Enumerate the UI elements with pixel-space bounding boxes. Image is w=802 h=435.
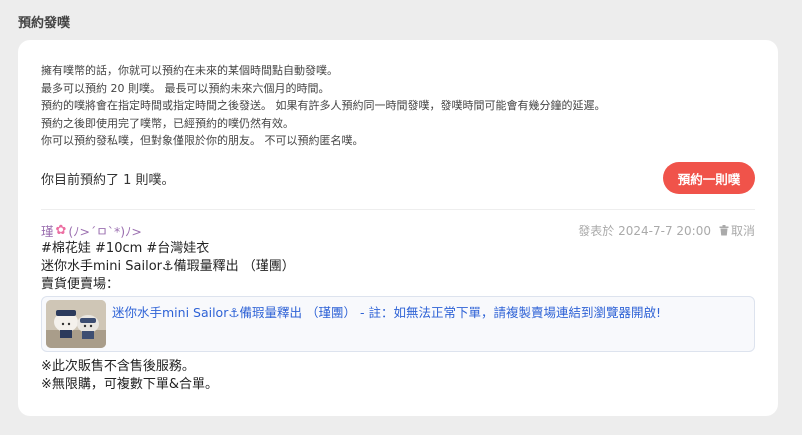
post-line: #棉花娃 #10cm #台灣娃衣 [41,241,210,256]
author-prefix: 瑾 [41,224,54,239]
note-line: 最多可以預約 20 則噗。 最長可以預約未來六個月的時間。 [41,81,330,95]
note-line: 你可以預約發私噗，但對象僅限於你的朋友。 不可以預約匿名噗。 [41,134,364,147]
trash-icon[interactable] [719,225,729,236]
scheduled-count: 你目前預約了 1 則噗。 [41,173,175,188]
divider [41,209,755,210]
author-suffix: (ﾉ>´ㅁ`*)ﾉ> [68,224,142,239]
author-name[interactable]: 瑾 ✿ (ﾉ>´ㅁ`*)ﾉ> [41,221,142,240]
post-line: ※無限購，可複數下單&合單。 [41,377,219,392]
post-line: 賣貨便賣場： [41,277,120,292]
info-notes: 擁有噗幣的話，你就可以預約在未來的某個時間點自動發噗。 最多可以預約 20 則噗… [41,62,606,150]
post-meta: 發表於 2024-7-7 20:00 取消 [578,222,755,239]
post-line: 迷你水手mini Sailor⚓備瑕量釋出 （瑾團） [41,259,295,274]
link-preview-card[interactable]: 迷你水手mini Sailor⚓備瑕量釋出 （瑾團） - 註：如無法正常下單，請… [41,296,755,352]
flower-icon: ✿ [55,223,67,238]
note-line: 擁有噗幣的話，你就可以預約在未來的某個時間點自動發噗。 [41,64,338,77]
post-header: 瑾 ✿ (ﾉ>´ㅁ`*)ﾉ> 發表於 2024-7-7 20:00 取消 [41,220,755,240]
post-line: ※此次販售不含售後服務。 [41,359,195,374]
schedule-card: 擁有噗幣的話，你就可以預約在未來的某個時間點自動發噗。 最多可以預約 20 則噗… [18,40,778,416]
note-line: 預約之後即使用完了噗幣，已經預約的噗仍然有效。 [41,116,294,130]
cancel-button[interactable]: 取消 [731,222,755,239]
post-timestamp: 2024-7-7 20:00 [618,223,711,238]
post-body: #棉花娃 #10cm #台灣娃衣 迷你水手mini Sailor⚓備瑕量釋出 （… [41,240,295,294]
meta-prefix: 發表於 [578,224,615,238]
note-line: 預約的噗將會在指定時間或指定時間之後發送。 如果有許多人預約同一時間發噗，發噗時… [41,99,606,112]
link-title[interactable]: 迷你水手mini Sailor⚓備瑕量釋出 （瑾團） - 註：如無法正常下單，請… [112,302,661,321]
schedule-plurk-button[interactable]: 預約一則噗 [663,162,755,194]
post-footer: ※此次販售不含售後服務。 ※無限購，可複數下單&合單。 [41,358,218,394]
link-thumbnail [46,300,106,348]
page-title: 預約發噗 [18,16,71,31]
